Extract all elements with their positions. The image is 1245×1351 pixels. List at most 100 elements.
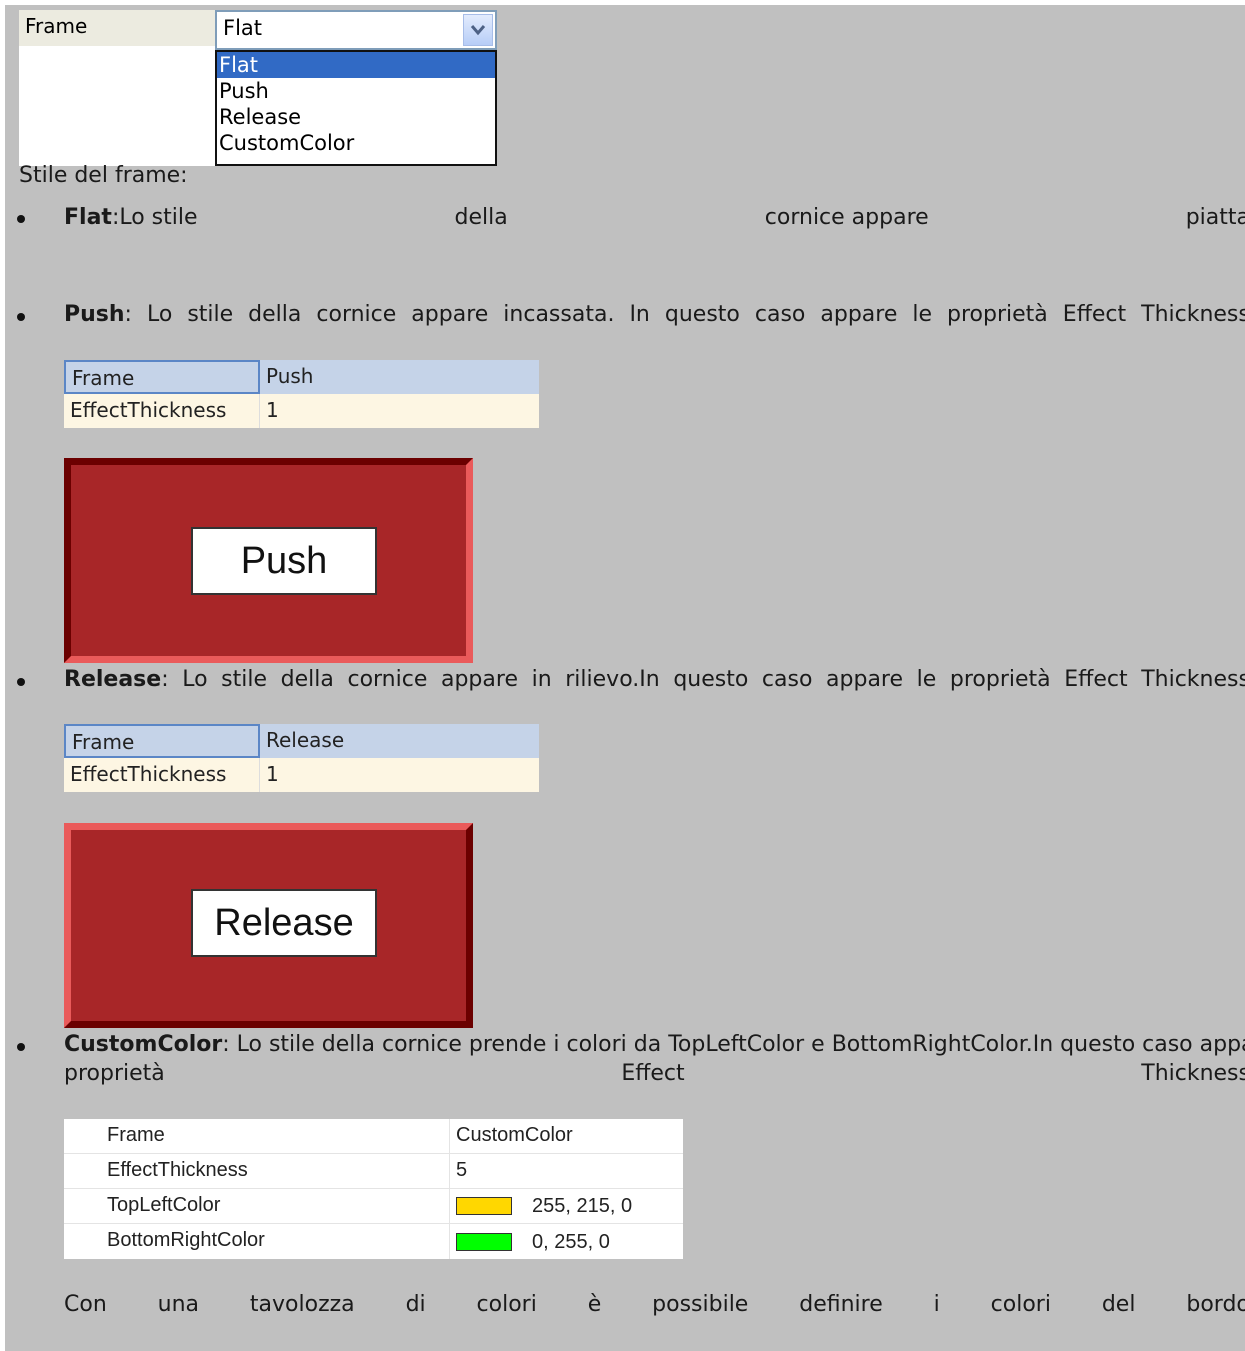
property-panel-blank <box>19 46 215 166</box>
release-lead: Release: <box>64 667 169 692</box>
color-value: 255, 215, 0 <box>532 1195 633 1217</box>
grid-label: BottomRightColor <box>64 1224 450 1259</box>
grid-value[interactable]: 1 <box>260 758 539 792</box>
grid-label: EffectThickness <box>64 1154 450 1188</box>
frame-label: Frame <box>19 10 215 46</box>
release-word: della <box>280 667 334 692</box>
push-word: Thickness <box>1141 302 1245 327</box>
frame-options-list: Flat Push Release CustomColor <box>215 50 497 166</box>
footer-paragraph: Con una tavolozza di colori è possibile … <box>64 1292 1245 1317</box>
frame-select[interactable]: Flat <box>215 10 497 50</box>
customcolor-word: Effect <box>621 1061 685 1086</box>
push-word: cornice <box>316 302 397 327</box>
grid-label: Frame <box>64 724 260 758</box>
option-release[interactable]: Release <box>217 104 495 130</box>
frame-select-value: Flat <box>223 16 263 40</box>
grid-value[interactable]: 0, 255, 0 <box>450 1224 683 1259</box>
release-word: le <box>916 667 937 692</box>
push-word: : <box>124 302 132 327</box>
release-term: Release <box>64 667 162 692</box>
grid-row: BottomRightColor 0, 255, 0 <box>64 1224 683 1259</box>
release-word: Lo <box>182 667 208 692</box>
intro-text: Stile del frame: <box>19 163 188 188</box>
grid-value[interactable]: 5 <box>450 1154 683 1188</box>
flat-word: :Lo stile <box>111 205 198 230</box>
footer-word: colori <box>990 1292 1051 1317</box>
footer-word: definire <box>799 1292 883 1317</box>
grid-label: EffectThickness <box>64 758 260 792</box>
chevron-down-icon[interactable] <box>463 14 493 46</box>
release-word: proprietà <box>949 667 1051 692</box>
push-word: incassata. <box>503 302 615 327</box>
flat-word: piatta <box>1185 205 1245 230</box>
customcolor-line-2: proprietà Effect Thickness <box>64 1061 1245 1086</box>
grid-value[interactable]: CustomColor <box>450 1119 683 1153</box>
footer-word: di <box>405 1292 426 1317</box>
push-word: stile <box>187 302 234 327</box>
release-word: questo <box>673 667 749 692</box>
color-value: 0, 255, 0 <box>532 1230 610 1253</box>
grid-row: Frame Push <box>64 360 539 394</box>
grid-row: EffectThickness 1 <box>64 394 539 428</box>
flat-paragraph: Flat:Lo stile della cornice appare piatt… <box>64 205 1245 230</box>
push-word: caso <box>754 302 806 327</box>
customcolor-text: : Lo stile della cornice prende i colori… <box>222 1032 1245 1057</box>
footer-word: bordo <box>1186 1292 1245 1317</box>
grid-row: Frame CustomColor <box>64 1119 683 1154</box>
option-flat[interactable]: Flat <box>217 52 495 78</box>
release-button[interactable]: Release <box>191 889 377 957</box>
release-paragraph: Release: Lo stile della cornice appare i… <box>64 667 1245 692</box>
flat-term: Flat <box>64 205 112 230</box>
push-word: proprietà <box>947 302 1048 327</box>
push-lead: Push: <box>64 302 132 327</box>
flat-word: della <box>454 205 508 230</box>
release-word: cornice <box>347 667 428 692</box>
frame-property-dropdown: Frame Flat Flat Push Release CustomColor <box>19 10 499 166</box>
release-word: rilievo.In <box>565 667 660 692</box>
push-word: Lo <box>146 302 173 327</box>
grid-value[interactable]: 255, 215, 0 <box>450 1189 683 1223</box>
color-swatch <box>456 1232 512 1251</box>
color-swatch <box>456 1197 512 1215</box>
push-word: della <box>248 302 302 327</box>
grid-value[interactable]: 1 <box>260 394 539 428</box>
push-frame-preview: Push <box>64 458 473 663</box>
grid-value[interactable]: Release <box>260 724 539 758</box>
push-word: Effect <box>1062 302 1127 327</box>
bullet <box>17 678 25 686</box>
push-property-grid: Frame Push EffectThickness 1 <box>64 360 539 428</box>
release-word: Thickness <box>1141 667 1245 692</box>
push-word: appare <box>820 302 898 327</box>
push-word: appare <box>411 302 489 327</box>
option-customcolor[interactable]: CustomColor <box>217 130 495 156</box>
customcolor-word: Thickness <box>1141 1061 1245 1086</box>
grid-row: Frame Release <box>64 724 539 758</box>
grid-label: EffectThickness <box>64 394 260 428</box>
release-property-grid: Frame Release EffectThickness 1 <box>64 724 539 792</box>
push-word: le <box>912 302 933 327</box>
release-word: caso <box>761 667 813 692</box>
footer-word: una <box>157 1292 200 1317</box>
footer-word: i <box>933 1292 940 1317</box>
grid-label: Frame <box>64 1119 450 1153</box>
option-push[interactable]: Push <box>217 78 495 104</box>
document-page: Frame Flat Flat Push Release CustomColor… <box>5 5 1245 1351</box>
push-term: Push <box>64 302 125 327</box>
release-word: in <box>531 667 552 692</box>
push-paragraph: Push: Lo stile della cornice appare inca… <box>64 302 1245 327</box>
flat-word: cornice appare <box>764 205 929 230</box>
grid-value[interactable]: Push <box>260 360 539 394</box>
grid-label: Frame <box>64 360 260 394</box>
bullet <box>17 215 25 223</box>
footer-word: del <box>1101 1292 1136 1317</box>
customcolor-term: CustomColor <box>64 1032 223 1057</box>
customcolor-line-1: CustomColor: Lo stile della cornice pren… <box>64 1032 1245 1057</box>
push-button[interactable]: Push <box>191 527 377 595</box>
footer-word: possibile <box>652 1292 749 1317</box>
grid-row: EffectThickness 5 <box>64 1154 683 1189</box>
grid-row: EffectThickness 1 <box>64 758 539 792</box>
customcolor-word: proprietà <box>64 1061 165 1086</box>
push-word: questo <box>664 302 740 327</box>
release-word: : <box>161 667 169 692</box>
flat-lead: Flat:Lo stile <box>64 205 198 230</box>
